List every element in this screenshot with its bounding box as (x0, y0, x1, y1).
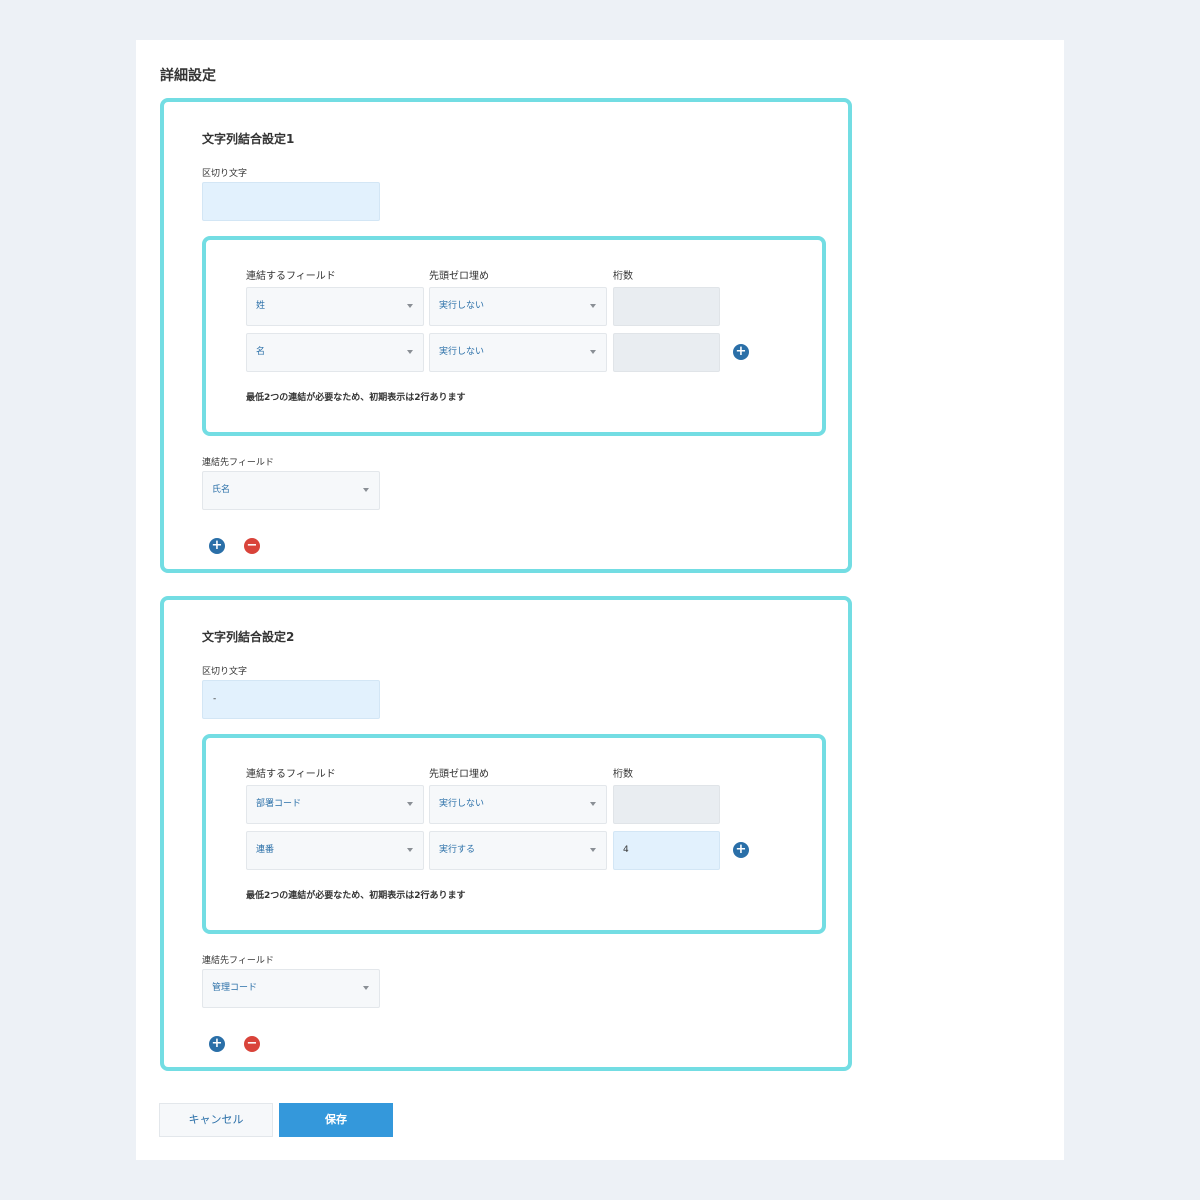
setting-title: 文字列結合設定1 (202, 132, 295, 146)
col-header-field: 連結するフィールド (246, 271, 336, 282)
plus-circle-icon: + (211, 538, 223, 553)
field-select-value: 部署コード (256, 799, 302, 809)
add-row-button[interactable]: + (733, 344, 749, 360)
target-field-select[interactable]: 管理コード (202, 969, 380, 1008)
col-header-digits: 桁数 (613, 769, 633, 780)
plus-circle-icon: + (735, 842, 747, 857)
remove-setting-button[interactable]: − (244, 538, 260, 554)
field-select[interactable]: 姓 (246, 287, 424, 326)
caret-down-icon (363, 488, 369, 492)
digits-input[interactable] (613, 785, 720, 824)
zero-pad-select-value: 実行する (439, 845, 476, 855)
field-select-value: 姓 (256, 301, 266, 311)
field-select[interactable]: 連番 (246, 831, 424, 870)
caret-down-icon (407, 802, 413, 806)
digits-input[interactable]: 4 (613, 831, 720, 870)
concat-note: 最低2つの連結が必要なため、初期表示は2行あります (246, 891, 466, 901)
delimiter-label: 区切り文字 (202, 169, 248, 179)
field-select-value: 連番 (256, 845, 275, 855)
digits-input[interactable] (613, 287, 720, 326)
caret-down-icon (407, 350, 413, 354)
target-field-label: 連結先フィールド (202, 956, 274, 966)
concat-setting-2: 文字列結合設定2 区切り文字 - 連結するフィールド 先頭ゼロ埋め 桁数 部署コ… (160, 596, 852, 1071)
delimiter-input[interactable]: - (202, 680, 380, 719)
zero-pad-select[interactable]: 実行する (429, 831, 607, 870)
setting-title: 文字列結合設定2 (202, 630, 295, 644)
zero-pad-select[interactable]: 実行しない (429, 785, 607, 824)
field-select[interactable]: 名 (246, 333, 424, 372)
plus-circle-icon: + (211, 1036, 223, 1051)
zero-pad-select-value: 実行しない (439, 799, 485, 809)
target-field-select[interactable]: 氏名 (202, 471, 380, 510)
field-select-value: 名 (256, 347, 266, 357)
zero-pad-select[interactable]: 実行しない (429, 333, 607, 372)
concat-setting-1: 文字列結合設定1 区切り文字 連結するフィールド 先頭ゼロ埋め 桁数 姓 実行し… (160, 98, 852, 573)
caret-down-icon (363, 986, 369, 990)
delimiter-input[interactable] (202, 182, 380, 221)
target-field-value: 氏名 (212, 485, 231, 495)
digits-input[interactable] (613, 333, 720, 372)
caret-down-icon (590, 848, 596, 852)
caret-down-icon (590, 350, 596, 354)
save-button[interactable]: 保存 (279, 1103, 393, 1137)
col-header-digits: 桁数 (613, 271, 633, 282)
caret-down-icon (407, 304, 413, 308)
zero-pad-select[interactable]: 実行しない (429, 287, 607, 326)
target-field-label: 連結先フィールド (202, 458, 274, 468)
delimiter-label: 区切り文字 (202, 667, 248, 677)
settings-panel: 詳細設定 文字列結合設定1 区切り文字 連結するフィールド 先頭ゼロ埋め 桁数 … (136, 40, 1064, 1160)
add-row-button[interactable]: + (733, 842, 749, 858)
page-title: 詳細設定 (160, 68, 216, 84)
caret-down-icon (590, 304, 596, 308)
concat-fields-box: 連結するフィールド 先頭ゼロ埋め 桁数 姓 実行しない 名 実行しない + 最低… (202, 236, 826, 436)
add-setting-button[interactable]: + (209, 1036, 225, 1052)
col-header-field: 連結するフィールド (246, 769, 336, 780)
zero-pad-select-value: 実行しない (439, 347, 485, 357)
add-setting-button[interactable]: + (209, 538, 225, 554)
field-select[interactable]: 部署コード (246, 785, 424, 824)
caret-down-icon (590, 802, 596, 806)
plus-circle-icon: + (735, 344, 747, 359)
cancel-button[interactable]: キャンセル (159, 1103, 273, 1137)
zero-pad-select-value: 実行しない (439, 301, 485, 311)
col-header-zero-pad: 先頭ゼロ埋め (429, 271, 489, 282)
caret-down-icon (407, 848, 413, 852)
target-field-value: 管理コード (212, 983, 258, 993)
minus-circle-icon: − (246, 538, 258, 553)
col-header-zero-pad: 先頭ゼロ埋め (429, 769, 489, 780)
concat-fields-box: 連結するフィールド 先頭ゼロ埋め 桁数 部署コード 実行しない 連番 実行する … (202, 734, 826, 934)
remove-setting-button[interactable]: − (244, 1036, 260, 1052)
concat-note: 最低2つの連結が必要なため、初期表示は2行あります (246, 393, 466, 403)
minus-circle-icon: − (246, 1036, 258, 1051)
